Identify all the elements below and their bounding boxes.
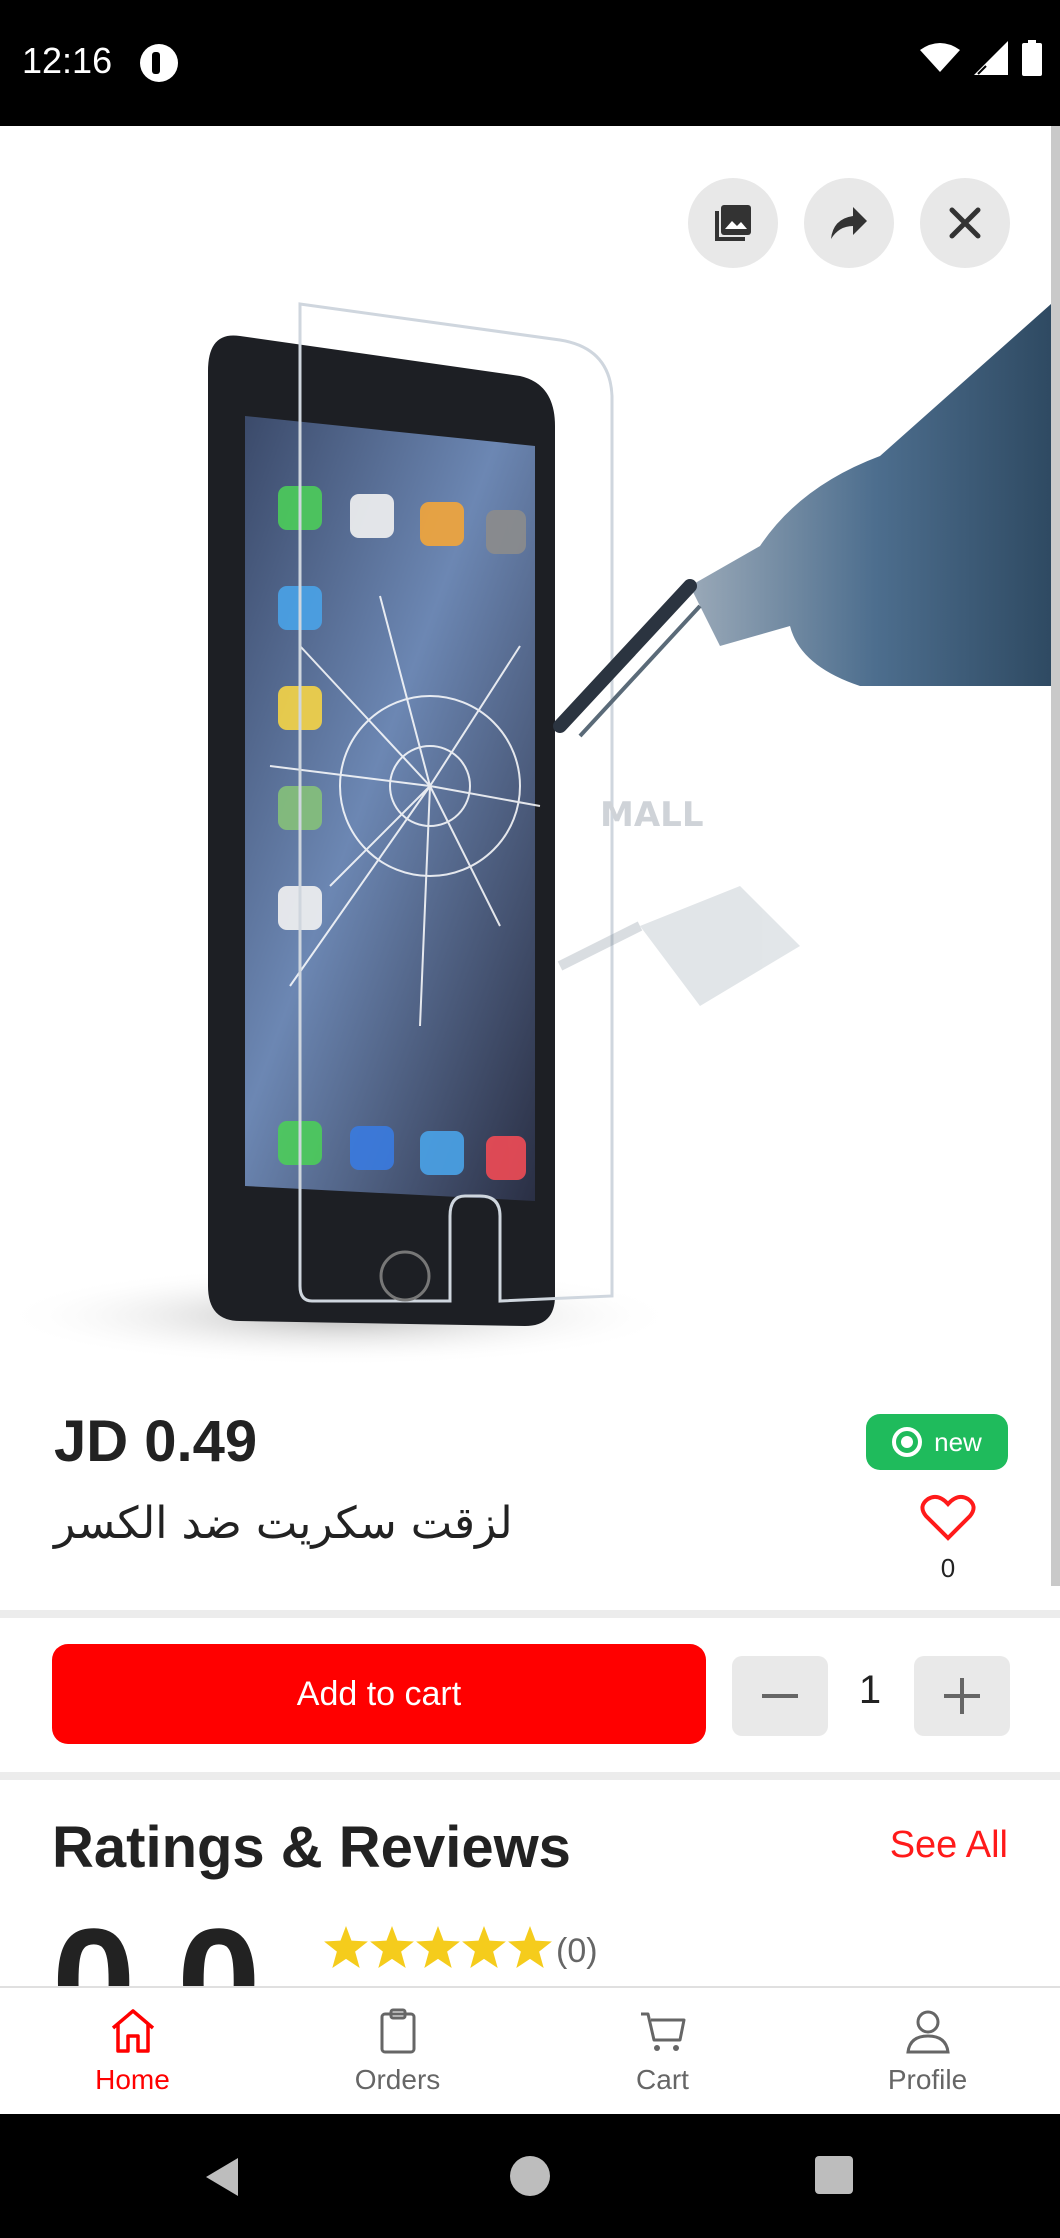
status-time: 12:16 xyxy=(22,40,113,81)
scrollbar[interactable] xyxy=(1051,126,1060,1586)
close-button[interactable] xyxy=(920,178,1010,268)
quantity-value: 1 xyxy=(858,1668,882,1712)
heart-icon xyxy=(920,1494,976,1541)
star-icon xyxy=(370,1926,414,1968)
favorite-button[interactable]: 0 xyxy=(920,1494,976,1584)
gallery-button[interactable] xyxy=(688,178,778,268)
close-icon xyxy=(949,207,981,239)
star-icon xyxy=(508,1926,552,1968)
person-icon xyxy=(905,2010,950,2054)
minus-icon xyxy=(762,1694,798,1698)
decrease-quantity-button[interactable] xyxy=(732,1656,828,1736)
badge-label: new xyxy=(934,1426,982,1457)
product-image[interactable]: MALL xyxy=(0,126,1060,1372)
star-icon xyxy=(416,1926,460,1968)
clipboard-icon xyxy=(380,2008,415,2054)
share-button[interactable] xyxy=(804,178,894,268)
nav-item-cart[interactable]: Cart xyxy=(530,1988,795,2114)
recents-button[interactable] xyxy=(815,2156,853,2194)
wifi-icon xyxy=(920,43,960,72)
ratings-title: Ratings & Reviews xyxy=(52,1815,571,1880)
favorites-count: 0 xyxy=(940,1553,956,1583)
bottom-nav: Home Orders Cart Profile xyxy=(0,1986,1060,2114)
nav-label: Cart xyxy=(636,2064,689,2095)
nav-label: Orders xyxy=(354,2064,441,2095)
app-notification-icon xyxy=(140,44,178,82)
status-icons xyxy=(920,40,1042,76)
share-icon xyxy=(831,207,867,239)
signal-icon xyxy=(974,41,1008,75)
condition-badge: new xyxy=(866,1414,1008,1470)
nav-item-home[interactable]: Home xyxy=(0,1988,265,2114)
nav-label: Home xyxy=(95,2064,170,2095)
home-button[interactable] xyxy=(510,2156,550,2196)
rating-count: (0) xyxy=(556,1932,598,1970)
gallery-icon xyxy=(715,205,751,241)
radio-dot-icon xyxy=(892,1427,923,1457)
increase-quantity-button[interactable] xyxy=(914,1656,1010,1736)
battery-icon xyxy=(1022,40,1042,76)
system-nav-bar xyxy=(0,2114,1060,2238)
status-bar: 12:16 xyxy=(0,0,1060,126)
star-icon xyxy=(324,1926,368,1968)
cart-icon xyxy=(640,2012,685,2051)
nav-item-orders[interactable]: Orders xyxy=(265,1988,530,2114)
product-title: لزقت سكريت ضد الكسر xyxy=(54,1498,513,1549)
rating-stars xyxy=(324,1926,552,1968)
add-to-cart-button[interactable]: Add to cart xyxy=(52,1644,706,1744)
image-actions xyxy=(688,178,1010,268)
nav-item-profile[interactable]: Profile xyxy=(795,1988,1060,2114)
product-price: JD 0.49 xyxy=(54,1409,258,1474)
divider xyxy=(0,1610,1060,1618)
star-icon xyxy=(462,1926,506,1968)
average-rating: 0.0 xyxy=(52,1906,261,1986)
image-watermark: MALL xyxy=(600,795,703,835)
back-icon[interactable] xyxy=(202,2156,242,2198)
plus-icon xyxy=(944,1678,980,1714)
home-icon xyxy=(111,2009,154,2053)
see-all-link[interactable]: See All xyxy=(890,1824,1008,1867)
divider xyxy=(0,1772,1060,1780)
product-photo: MALL xyxy=(0,296,1060,1366)
nav-label: Profile xyxy=(887,2064,968,2095)
